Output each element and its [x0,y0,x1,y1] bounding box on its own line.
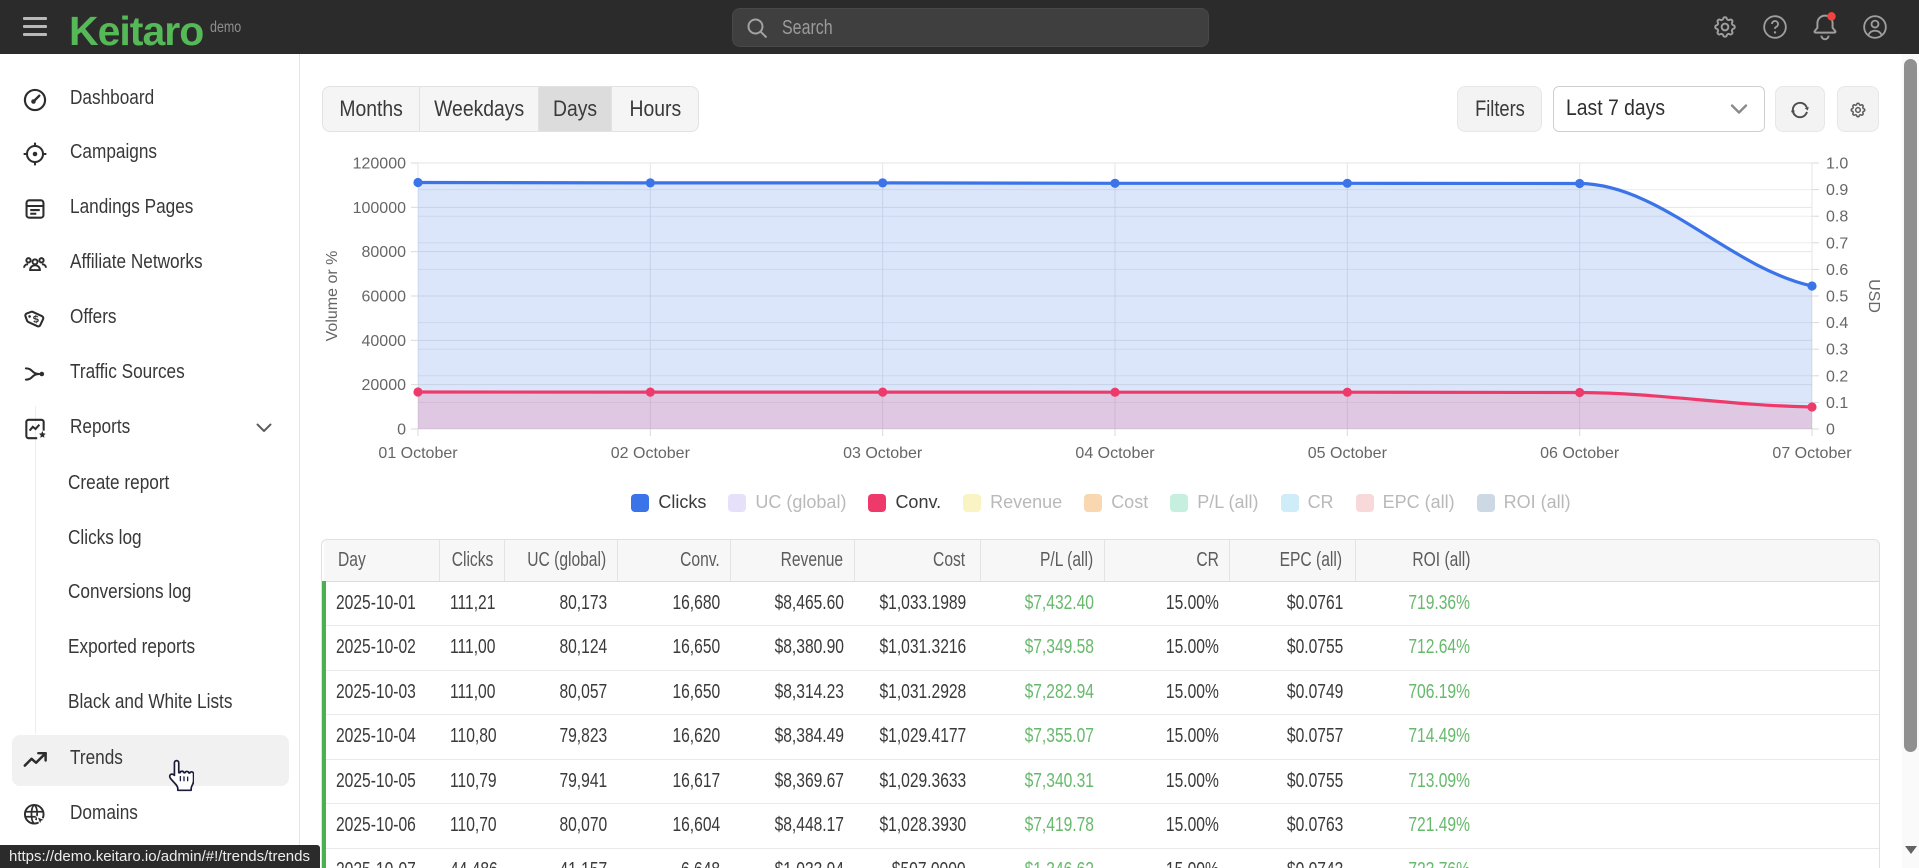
svg-text:01 October: 01 October [378,445,458,462]
svg-text:0: 0 [1826,422,1835,439]
svg-text:07 October: 07 October [1772,445,1852,462]
svg-text:Volume or %: Volume or % [324,251,341,342]
svg-text:0: 0 [397,422,406,439]
svg-text:0.6: 0.6 [1826,262,1848,279]
svg-text:0.5: 0.5 [1826,289,1848,306]
svg-text:02 October: 02 October [611,445,691,462]
svg-text:0.7: 0.7 [1826,235,1848,252]
svg-text:0.8: 0.8 [1826,209,1848,226]
svg-text:0.1: 0.1 [1826,395,1848,412]
svg-text:1.0: 1.0 [1826,156,1848,173]
svg-text:USD: USD [1865,279,1882,313]
svg-text:100000: 100000 [353,200,406,217]
svg-text:$: $ [32,314,39,326]
svg-text:0.9: 0.9 [1826,182,1848,199]
svg-text:06 October: 06 October [1540,445,1620,462]
svg-text:0.3: 0.3 [1826,342,1848,359]
svg-text:04 October: 04 October [1075,445,1155,462]
svg-text:20000: 20000 [362,377,407,394]
svg-text:80000: 80000 [362,244,407,261]
svg-text:120000: 120000 [353,156,406,173]
svg-text:03 October: 03 October [843,445,923,462]
svg-text:40000: 40000 [362,333,407,350]
svg-text:0.2: 0.2 [1826,368,1848,385]
svg-text:0.4: 0.4 [1826,315,1848,332]
svg-text:60000: 60000 [362,289,407,306]
svg-text:05 October: 05 October [1308,445,1388,462]
